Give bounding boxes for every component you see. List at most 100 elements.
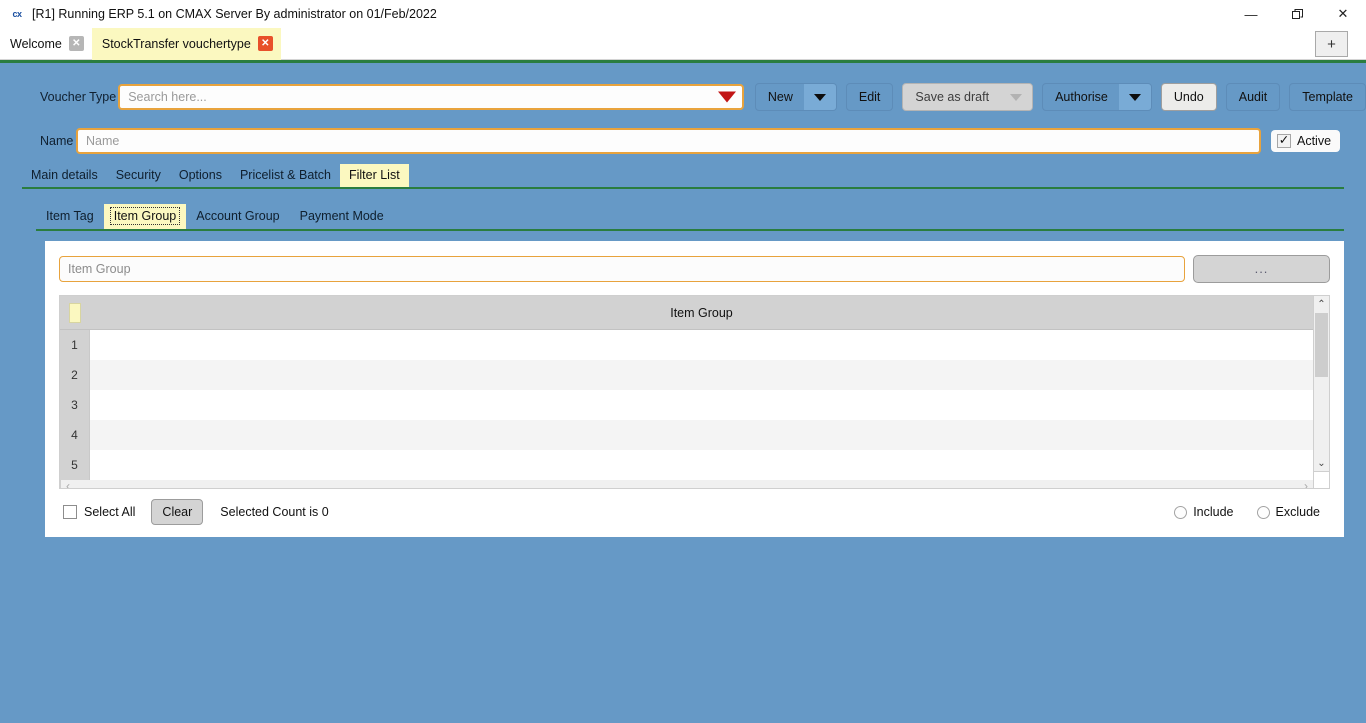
row-number: 1: [60, 329, 90, 360]
clear-button[interactable]: Clear: [151, 499, 204, 525]
voucher-type-label: Voucher Type: [40, 90, 117, 104]
scroll-thumb[interactable]: [1315, 313, 1328, 377]
name-row: Name ✓ Active: [0, 115, 1366, 157]
item-group-input[interactable]: [59, 256, 1185, 282]
save-as-draft-button-label: Save as draft: [915, 90, 990, 104]
active-checkbox-group[interactable]: ✓ Active: [1271, 129, 1341, 152]
tab-security[interactable]: Security: [107, 164, 170, 187]
row-cell-item-group[interactable]: [90, 359, 1313, 390]
include-radio-group[interactable]: Include: [1169, 502, 1244, 522]
maximize-restore-icon[interactable]: [1274, 0, 1320, 28]
row-cell-item-group[interactable]: [90, 329, 1313, 360]
tab-welcome[interactable]: Welcome ✕: [0, 28, 92, 60]
row-cell-item-group[interactable]: [90, 449, 1313, 480]
close-icon[interactable]: ✕: [1320, 0, 1366, 28]
window-controls: — ✕: [1228, 0, 1366, 28]
grid-vertical-scroll-column: ⌃ ⌄: [1313, 295, 1330, 489]
subtab-payment-mode[interactable]: Payment Mode: [290, 204, 394, 229]
tab-welcome-close-icon[interactable]: ✕: [68, 36, 84, 51]
tab-filter-list[interactable]: Filter List: [339, 164, 409, 187]
table-row[interactable]: 4: [60, 419, 1313, 450]
action-toolbar: New Edit Save as draft Authorise Undo Au…: [754, 83, 1366, 111]
scroll-up-icon[interactable]: ⌃: [1314, 296, 1329, 312]
exclude-label: Exclude: [1275, 505, 1320, 519]
tab-welcome-label: Welcome: [10, 36, 62, 51]
select-all-group[interactable]: Select All: [59, 502, 144, 522]
tab-stocktransfer-vouchertype[interactable]: StockTransfer vouchertype ✕: [91, 27, 281, 60]
scroll-right-icon[interactable]: ›: [1304, 480, 1308, 488]
tab-stocktransfer-vouchertype-label: StockTransfer vouchertype: [101, 36, 251, 51]
primary-tab-underline: [22, 187, 1344, 189]
undo-button[interactable]: Undo: [1160, 83, 1217, 111]
grid-horizontal-scrollbar[interactable]: ‹ ›: [60, 480, 1313, 488]
window-title: [R1] Running ERP 5.1 on CMAX Server By a…: [32, 7, 437, 21]
new-dropdown-icon[interactable]: [803, 84, 836, 110]
tab-main-details[interactable]: Main details: [22, 164, 107, 187]
select-all-checkbox[interactable]: [63, 505, 77, 519]
tab-pricelist-and-batch[interactable]: Pricelist & Batch: [231, 164, 340, 187]
sub-tab-bar: Item Tag Item Group Account Group Paymen…: [0, 201, 1366, 229]
authorise-button-label: Authorise: [1055, 90, 1108, 104]
active-checkbox[interactable]: ✓: [1277, 133, 1291, 148]
table-row[interactable]: 5: [60, 449, 1313, 480]
scrollbar-corner: [1313, 472, 1330, 489]
scroll-left-icon[interactable]: ‹: [66, 480, 70, 488]
row-number: 2: [60, 359, 90, 390]
panel-footer: Select All Clear Selected Count is 0 Inc…: [59, 493, 1330, 531]
voucher-type-dropdown-icon[interactable]: [717, 91, 736, 103]
save-as-draft-dropdown-icon[interactable]: [1000, 84, 1033, 110]
grid-header-row: Item Group: [60, 296, 1313, 330]
item-group-panel: ... Item Group 1 2: [45, 241, 1344, 537]
select-all-label: Select All: [84, 505, 136, 519]
tab-options[interactable]: Options: [170, 164, 231, 187]
tab-stocktransfer-vouchertype-close-icon[interactable]: ✕: [257, 36, 273, 51]
include-exclude-group: Include Exclude: [1169, 502, 1330, 522]
save-as-draft-split-button[interactable]: Save as draft: [902, 83, 1034, 111]
voucher-type-search-input[interactable]: [118, 84, 744, 110]
item-group-search-row: ...: [59, 255, 1330, 283]
minimize-icon[interactable]: —: [1228, 0, 1274, 28]
edit-button[interactable]: Edit: [845, 83, 894, 111]
name-input[interactable]: [76, 127, 1261, 154]
table-row[interactable]: 1: [60, 329, 1313, 360]
grid-column-header-item-group[interactable]: Item Group: [90, 306, 1313, 320]
add-tab-button[interactable]: +: [1315, 31, 1348, 57]
sub-tab-underline: [36, 229, 1344, 231]
selected-count-text: Selected Count is 0: [220, 505, 329, 519]
row-number: 5: [60, 449, 90, 480]
new-split-button[interactable]: New: [754, 83, 837, 111]
item-group-browse-button[interactable]: ...: [1193, 255, 1330, 283]
voucher-type-search-wrap: [118, 84, 744, 110]
primary-tab-bar: Main details Security Options Pricelist …: [0, 161, 1366, 187]
subtab-item-group[interactable]: Item Group: [103, 204, 187, 229]
workspace: Voucher Type New Edit Save as draft Auth…: [0, 63, 1366, 723]
authorise-split-button[interactable]: Authorise: [1042, 83, 1152, 111]
subtab-account-group[interactable]: Account Group: [186, 204, 289, 229]
row-number: 4: [60, 419, 90, 450]
grid-select-all-corner[interactable]: [60, 296, 90, 330]
authorise-dropdown-icon[interactable]: [1118, 84, 1151, 110]
title-bar: cx [R1] Running ERP 5.1 on CMAX Server B…: [0, 0, 1366, 28]
subtab-item-tag[interactable]: Item Tag: [36, 204, 104, 229]
exclude-radio-group[interactable]: Exclude: [1251, 502, 1330, 522]
app-logo-icon: cx: [12, 9, 22, 19]
voucher-type-row: Voucher Type New Edit Save as draft Auth…: [0, 63, 1366, 115]
row-cell-item-group[interactable]: [90, 419, 1313, 450]
include-radio[interactable]: [1174, 505, 1188, 519]
table-row[interactable]: 3: [60, 389, 1313, 420]
audit-button[interactable]: Audit: [1225, 83, 1281, 111]
name-label: Name: [40, 133, 74, 148]
grid-body: 1 2 3 4 5: [60, 329, 1313, 480]
include-label: Include: [1193, 505, 1234, 519]
subtab-item-group-label: Item Group: [109, 207, 181, 225]
exclude-radio[interactable]: [1256, 505, 1270, 519]
new-button-label: New: [767, 90, 793, 104]
active-label: Active: [1297, 133, 1332, 148]
template-button[interactable]: Template: [1289, 83, 1366, 111]
scroll-down-icon[interactable]: ⌄: [1314, 455, 1329, 471]
row-cell-item-group[interactable]: [90, 389, 1313, 420]
row-number: 3: [60, 389, 90, 420]
document-tab-strip: Welcome ✕ StockTransfer vouchertype ✕ +: [0, 27, 1366, 60]
table-row[interactable]: 2: [60, 359, 1313, 390]
grid-vertical-scrollbar[interactable]: ⌃ ⌄: [1313, 295, 1330, 472]
